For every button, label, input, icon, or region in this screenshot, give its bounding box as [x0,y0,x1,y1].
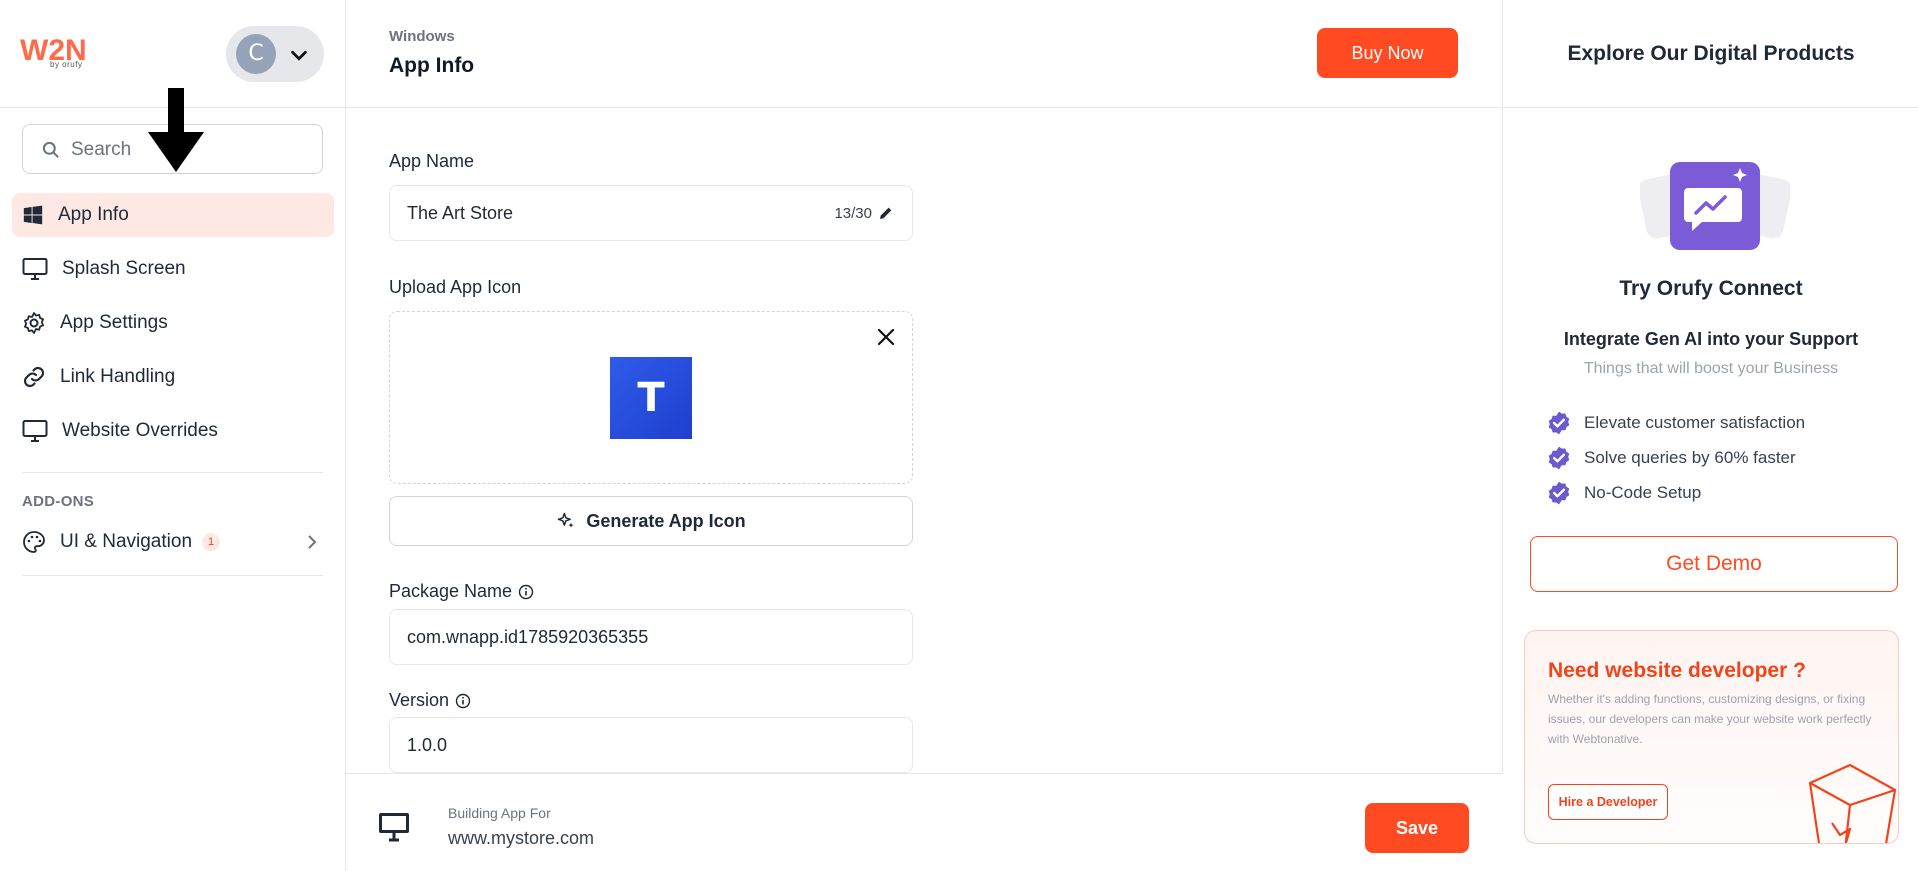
generate-app-icon-button[interactable]: Generate App Icon [389,496,913,546]
addons-section-label: ADD-ONS [22,493,95,510]
get-demo-button[interactable]: Get Demo [1530,536,1898,592]
icon-upload-area[interactable]: T [389,311,913,484]
developer-promo-card: Need website developer ? Whether it's ad… [1524,630,1899,844]
version-label-text: Version [389,690,450,710]
feature-text: No-Code Setup [1584,482,1702,502]
sidebar-item-link-handling[interactable]: Link Handling [12,355,334,399]
building-app-for-label: Building App For [448,805,551,821]
package-name-label: Package Name [389,581,534,602]
hire-developer-button[interactable]: Hire a Developer [1548,784,1668,820]
sidebar-item-label: App Settings [60,312,168,333]
list-item: Elevate customer satisfaction [1546,405,1805,440]
sidebar-item-label: Link Handling [60,366,176,387]
profile-menu[interactable]: C [226,26,324,82]
sidebar-item-splash-screen[interactable]: Splash Screen [12,247,334,291]
chevron-down-icon [291,50,307,61]
main-content: Windows App Info Buy Now App Name The Ar… [346,0,1503,871]
list-item: Solve queries by 60% faster [1546,440,1805,475]
close-icon[interactable] [876,327,896,347]
package-name-field[interactable]: com.wnapp.id1785920365355 [389,609,913,665]
version-label: Version [389,690,471,711]
verified-check-icon [1548,446,1570,469]
feature-text: Solve queries by 60% faster [1584,447,1796,467]
verified-check-icon [1548,481,1570,504]
promo-tagline: Things that will boost your Business [1583,360,1839,377]
char-counter: 13/30 [834,205,872,222]
products-panel: Explore Our Digital Products Try Orufy C… [1504,0,1918,871]
list-item: No-Code Setup [1546,475,1805,510]
sidebar: W2N by orufy C App Info Splash Screen Ap… [0,0,346,871]
sidebar-item-label: App Info [58,204,129,225]
app-name-field[interactable]: The Art Store 13/30 [389,185,913,241]
upload-icon-label-text: Upload App Icon [389,277,522,297]
version-field[interactable]: 1.0.0 [389,717,913,773]
developer-card-title: Need website developer ? [1548,659,1806,682]
link-icon [23,366,45,388]
developer-card-text: Whether it's adding functions, customizi… [1548,692,1872,746]
sidebar-nav: App Info Splash Screen App Settings Link… [12,193,334,463]
addon-item-label: UI & Navigation [60,531,193,552]
version-value: 1.0.0 [407,735,448,755]
sparkle-icon [558,512,574,528]
website-url: www.mystore.com [448,828,595,848]
palette-icon [23,531,45,553]
sidebar-item-website-overrides[interactable]: Website Overrides [12,409,334,453]
sidebar-item-label: Splash Screen [62,258,186,279]
info-icon[interactable] [518,584,534,600]
save-button[interactable]: Save [1365,803,1469,853]
logo-subtitle: by orufy [50,60,83,69]
page-title: App Info [389,54,475,77]
arrow-down-icon [148,88,204,172]
verified-check-icon [1548,411,1570,434]
divider [22,472,323,473]
promo-subtitle: Integrate Gen AI into your Support [1563,329,1859,349]
app-name-value: The Art Store [407,203,514,223]
promo-title: Try Orufy Connect [1619,277,1803,300]
search-icon [42,141,59,158]
gear-icon [24,312,44,334]
app-name-label: App Name [389,151,474,172]
notification-badge: 1 [202,533,221,551]
package-name-label-text: Package Name [389,581,513,601]
monitor-icon [22,258,48,280]
sidebar-item-label: Website Overrides [62,420,218,441]
sidebar-item-ui-navigation[interactable]: UI & Navigation 1 [22,526,323,558]
footer-bar: Building App For www.mystore.com Save [346,773,1503,871]
orufy-connect-icon [1640,162,1790,250]
windows-icon [23,205,43,225]
page-header: Windows App Info Buy Now [346,0,1502,108]
divider [22,575,323,576]
chevron-right-icon [308,535,317,549]
explore-title: Explore Our Digital Products [1567,42,1855,65]
monitor-icon [379,813,409,842]
feature-list: Elevate customer satisfaction Solve quer… [1546,405,1805,510]
products-panel-header: Explore Our Digital Products [1504,0,1918,108]
avatar: C [236,34,276,74]
breadcrumb[interactable]: Windows [389,28,455,45]
monitor-icon [22,420,48,442]
generate-app-icon-label: Generate App Icon [586,510,746,531]
app-name-label-text: App Name [389,151,475,171]
app-icon-preview: T [610,357,692,439]
pencil-icon[interactable] [878,205,894,221]
cube-illustration-icon [1808,763,1897,843]
feature-text: Elevate customer satisfaction [1584,412,1806,432]
buy-now-button[interactable]: Buy Now [1317,28,1458,78]
upload-icon-label: Upload App Icon [389,277,521,298]
sidebar-item-app-info[interactable]: App Info [12,193,334,237]
sidebar-item-app-settings[interactable]: App Settings [12,301,334,345]
package-name-value: com.wnapp.id1785920365355 [407,627,649,647]
info-icon[interactable] [455,693,471,709]
